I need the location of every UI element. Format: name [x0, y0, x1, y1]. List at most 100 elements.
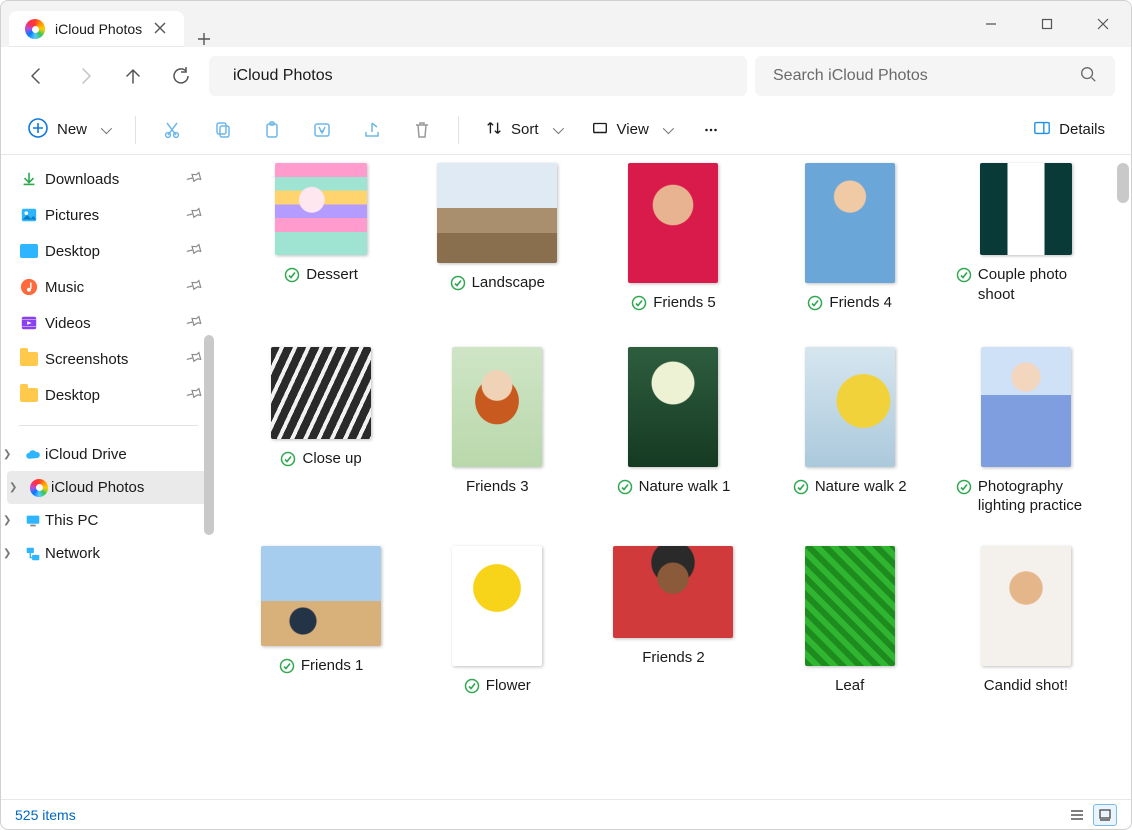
view-icon [591, 119, 609, 141]
pc-icon [23, 511, 43, 531]
sidebar-scrollbar[interactable] [204, 335, 214, 535]
photo-item[interactable]: Close up [246, 347, 396, 516]
up-button[interactable] [113, 56, 153, 96]
copy-button[interactable] [204, 114, 240, 146]
photo-item[interactable]: Friends 2 [598, 546, 748, 700]
rename-button[interactable] [304, 114, 340, 146]
cut-button[interactable] [154, 114, 190, 146]
photo-item[interactable]: Nature walk 1 [598, 347, 748, 516]
photo-item[interactable]: Landscape [422, 163, 572, 317]
nav-item-this-pc[interactable]: ❯ This PC [1, 504, 216, 537]
chevron-right-icon[interactable]: ❯ [3, 548, 11, 559]
pin-icon[interactable] [182, 202, 206, 227]
pin-icon[interactable] [182, 274, 206, 299]
network-icon [23, 544, 43, 564]
paste-button[interactable] [254, 114, 290, 146]
delete-button[interactable] [404, 114, 440, 146]
photo-name: Dessert [306, 265, 358, 285]
close-window-button[interactable] [1075, 1, 1131, 47]
separator [458, 116, 459, 144]
content-pane[interactable]: Dessert Landscape Friends 5 Friends 4 Co… [216, 155, 1131, 799]
photo-item[interactable]: Couple photo shoot [951, 163, 1101, 317]
thumbnail [261, 546, 381, 646]
caption: Photography lighting practice [956, 477, 1096, 516]
chevron-right-icon[interactable]: ❯ [9, 482, 17, 493]
tab-close-icon[interactable] [152, 20, 168, 39]
sidebar-item-label: Pictures [45, 207, 99, 224]
photo-item[interactable]: Nature walk 2 [775, 347, 925, 516]
photo-item[interactable]: Friends 4 [775, 163, 925, 317]
photosapp-icon [29, 478, 49, 498]
sidebar-item-videos[interactable]: Videos [1, 305, 216, 341]
synced-check-icon [284, 267, 300, 289]
icon-view-toggle[interactable] [1093, 804, 1117, 826]
sidebar-item-label: Desktop [45, 243, 100, 260]
nav-item-network[interactable]: ❯ Network [1, 537, 216, 570]
photo-item[interactable]: Flower [422, 546, 572, 700]
thumbnail [628, 347, 718, 467]
details-button[interactable]: Details [1025, 113, 1113, 147]
synced-check-icon [280, 451, 296, 473]
new-tab-button[interactable] [184, 31, 224, 47]
icloud-icon [23, 445, 43, 465]
photo-name: Friends 1 [301, 656, 364, 676]
explorer-window: iCloud Photos [0, 0, 1132, 830]
pin-icon[interactable] [182, 346, 206, 371]
photo-item[interactable]: Friends 5 [598, 163, 748, 317]
item-count: 525 items [15, 807, 76, 823]
photo-name: Nature walk 2 [815, 477, 907, 497]
nav-item-label: iCloud Drive [45, 446, 127, 463]
photo-name: Photography lighting practice [978, 477, 1096, 516]
sidebar[interactable]: Downloads Pictures Desktop Music Videos … [1, 155, 216, 799]
photo-item[interactable]: Candid shot! [951, 546, 1101, 700]
back-button[interactable] [17, 56, 57, 96]
sort-button[interactable]: Sort [477, 113, 569, 147]
details-label: Details [1059, 121, 1105, 138]
pin-icon[interactable] [182, 238, 206, 263]
forward-button[interactable] [65, 56, 105, 96]
chevron-right-icon[interactable]: ❯ [3, 515, 11, 526]
more-button[interactable] [693, 115, 729, 145]
share-button[interactable] [354, 114, 390, 146]
thumbnail [452, 546, 542, 666]
pin-icon[interactable] [182, 382, 206, 407]
pin-icon[interactable] [182, 310, 206, 335]
synced-check-icon [631, 295, 647, 317]
address-bar[interactable]: iCloud Photos [209, 56, 747, 96]
search-box[interactable]: Search iCloud Photos [755, 56, 1115, 96]
list-view-toggle[interactable] [1065, 804, 1089, 826]
thumbnail [805, 546, 895, 666]
titlebar: iCloud Photos [1, 1, 1131, 47]
sidebar-item-desktop[interactable]: Desktop [1, 233, 216, 269]
sidebar-item-music[interactable]: Music [1, 269, 216, 305]
tab-icloud-photos[interactable]: iCloud Photos [9, 11, 184, 47]
photo-item[interactable]: Friends 1 [246, 546, 396, 700]
sidebar-item-label: Downloads [45, 171, 119, 188]
sidebar-item-downloads[interactable]: Downloads [1, 161, 216, 197]
maximize-button[interactable] [1019, 1, 1075, 47]
photo-item[interactable]: Leaf [775, 546, 925, 700]
minimize-button[interactable] [963, 1, 1019, 47]
synced-check-icon [956, 267, 972, 289]
photo-item[interactable]: Photography lighting practice [951, 347, 1101, 516]
view-button[interactable]: View [583, 113, 679, 147]
sidebar-item-screenshots[interactable]: Screenshots [1, 341, 216, 377]
chevron-right-icon[interactable]: ❯ [3, 449, 11, 460]
thumbnail [805, 347, 895, 467]
caption: Friends 2 [642, 648, 705, 668]
refresh-button[interactable] [161, 56, 201, 96]
nav-item-icloud-drive[interactable]: ❯ iCloud Drive [1, 438, 216, 471]
sidebar-item-pictures[interactable]: Pictures [1, 197, 216, 233]
new-button[interactable]: New [19, 111, 117, 149]
photo-item[interactable]: Dessert [246, 163, 396, 317]
caption: Friends 3 [466, 477, 529, 497]
pin-icon[interactable] [182, 166, 206, 191]
search-placeholder: Search iCloud Photos [773, 67, 1069, 85]
content-scrollbar[interactable] [1117, 163, 1129, 203]
sidebar-item-desktop[interactable]: Desktop [1, 377, 216, 413]
photo-item[interactable]: Friends 3 [422, 347, 572, 516]
nav-item-icloud-photos[interactable]: ❯ iCloud Photos [7, 471, 210, 504]
new-label: New [57, 121, 87, 138]
folder-icon [19, 349, 39, 369]
navbar: iCloud Photos Search iCloud Photos [1, 47, 1131, 105]
